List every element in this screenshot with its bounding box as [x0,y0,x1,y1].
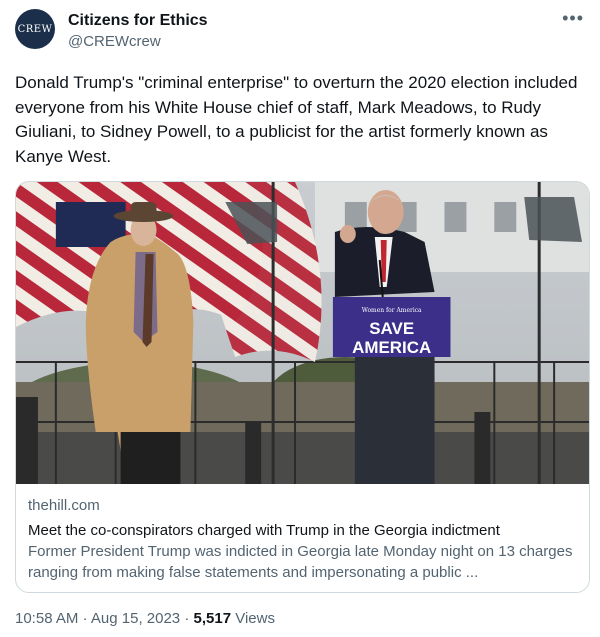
author-name[interactable]: Citizens for Ethics [68,12,208,30]
separator-dot: · [184,610,194,627]
card-domain: thehill.com [28,497,100,514]
tweet-time[interactable]: 10:58 AM [15,610,78,627]
podium-line1: SAVE [369,319,414,338]
author-handle[interactable]: @CREWcrew [68,33,161,51]
podium-small-text: Women for America [362,307,422,314]
card-meta: thehill.com Meet the co-conspirators cha… [28,496,577,583]
tweet-date[interactable]: Aug 15, 2023 [91,610,180,627]
link-card[interactable]: Women for America SAVE AMERICA thehill.c… [15,181,590,593]
avatar-logo-text: CREW [17,23,53,35]
views-count: 5,517 [193,610,232,627]
card-title[interactable]: Meet the co-conspirators charged with Tr… [28,520,577,541]
podium-line2: AMERICA [352,338,431,357]
card-description: Former President Trump was indicted in G… [28,543,573,581]
card-image: Women for America SAVE AMERICA [16,182,589,484]
tweet-text: Donald Trump's "criminal enterprise" to … [15,73,578,166]
avatar[interactable]: CREW [15,9,55,49]
more-horizontal-icon[interactable]: ••• [562,8,584,29]
tweet-footer: 10:58 AM · Aug 15, 2023 · 5,517 Views [15,609,275,629]
views-label: Views [235,610,275,627]
separator-dot: · [82,610,91,627]
